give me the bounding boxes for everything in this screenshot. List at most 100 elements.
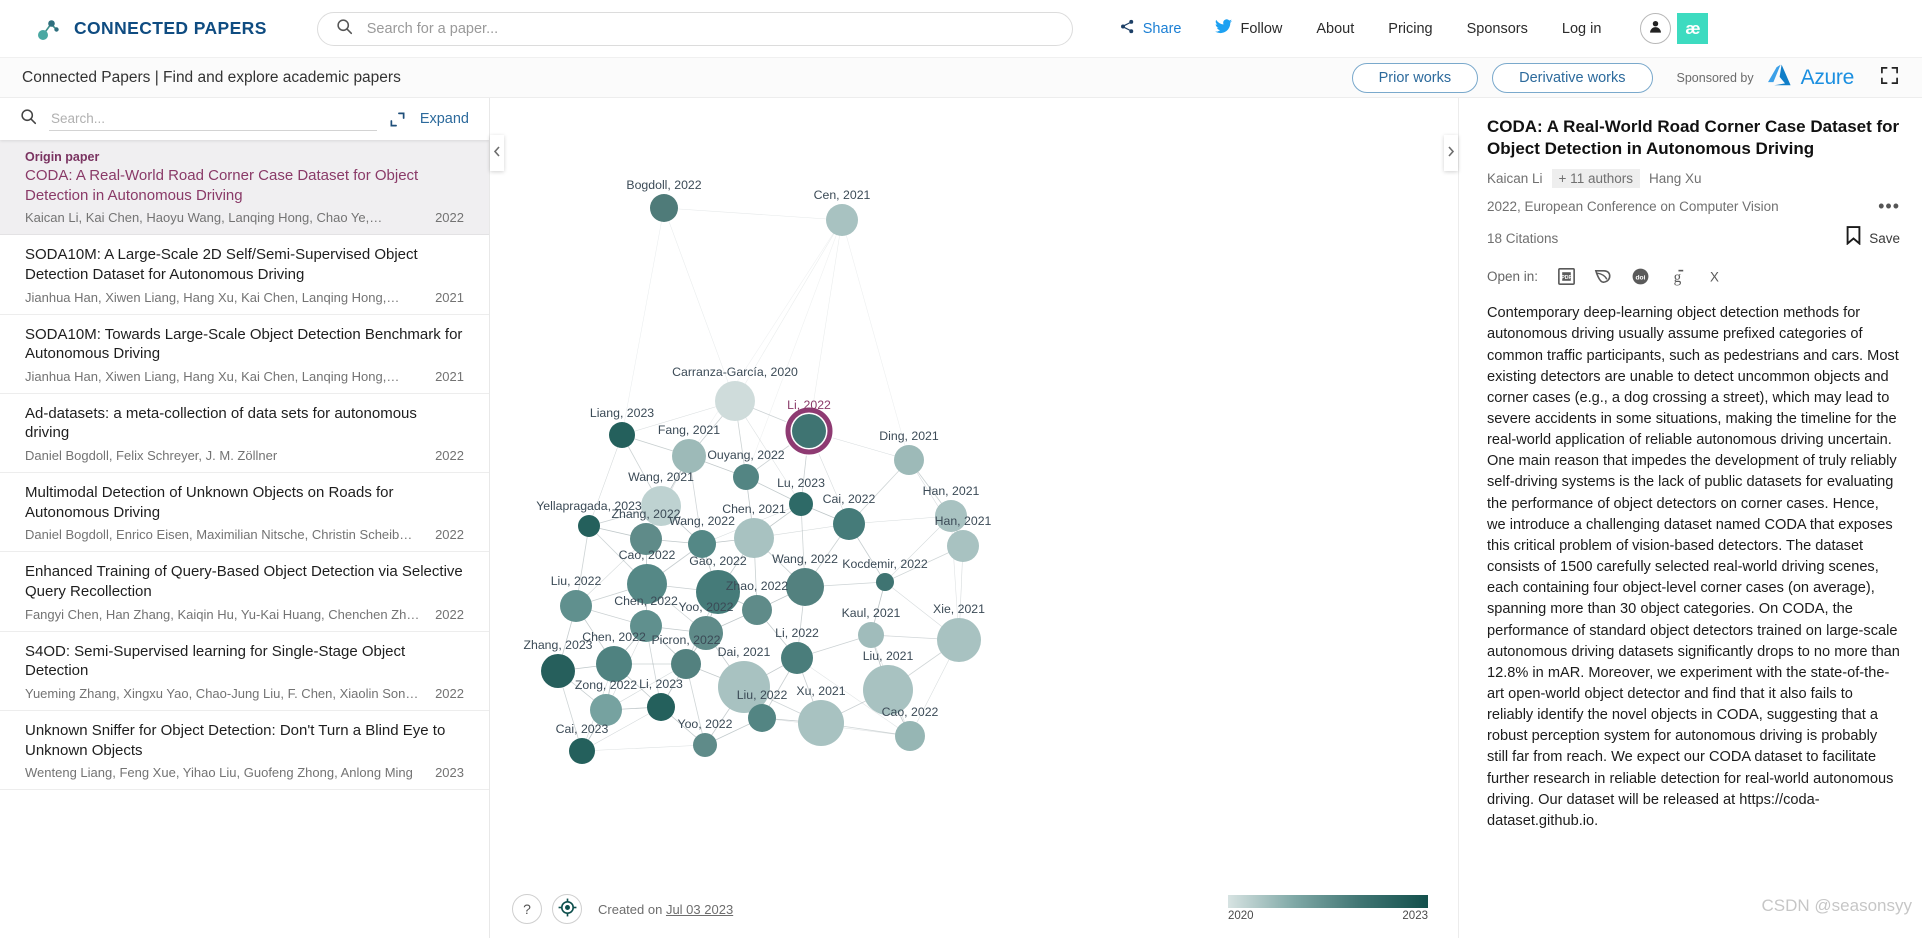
graph-node[interactable] [894, 445, 924, 475]
graph-node[interactable] [786, 568, 824, 606]
nav-follow[interactable]: Follow [1198, 19, 1299, 38]
graph-node[interactable] [641, 486, 681, 526]
list-item[interactable]: Multimodal Detection of Unknown Objects … [0, 473, 489, 553]
graph-node[interactable] [693, 733, 717, 757]
svg-text:doi: doi [1636, 275, 1646, 282]
brand-logo-link[interactable]: CONNECTED PAPERS [36, 16, 267, 42]
detail-first-author[interactable]: Kaican Li [1487, 171, 1543, 186]
user-account-button[interactable] [1640, 13, 1672, 44]
detail-last-author[interactable]: Hang Xu [1649, 171, 1702, 186]
detail-venue-row: 2022, European Conference on Computer Vi… [1487, 197, 1900, 215]
graph-node[interactable] [748, 704, 776, 732]
graph-node[interactable] [560, 590, 592, 622]
list-item[interactable]: Unknown Sniffer for Object Detection: Do… [0, 711, 489, 791]
graph-edge [621, 207, 665, 436]
detail-more-authors-chip[interactable]: + 11 authors [1551, 169, 1640, 189]
paper-meta: Jianhua Han, Xiwen Liang, Hang Xu, Kai C… [25, 369, 464, 384]
nav-share[interactable]: Share [1103, 19, 1199, 38]
bookmark-icon [1846, 226, 1861, 250]
list-item[interactable]: Ad-datasets: a meta-collection of data s… [0, 394, 489, 474]
collapse-detail-button[interactable] [1444, 135, 1458, 171]
graph-node[interactable] [792, 414, 826, 448]
paper-meta: Kaican Li, Kai Chen, Haoyu Wang, Lanqing… [25, 210, 464, 225]
detail-authors-row: Kaican Li + 11 authors Hang Xu [1487, 169, 1900, 189]
sponsored-by-label: Sponsored by [1676, 70, 1754, 85]
graph-network-svg[interactable] [490, 98, 1458, 938]
graph-node[interactable] [590, 694, 622, 726]
more-options-icon[interactable]: ••• [1878, 197, 1900, 215]
graph-node[interactable] [541, 654, 575, 688]
graph-node[interactable] [858, 622, 884, 648]
x-icon[interactable]: X [1704, 266, 1725, 287]
graph-node[interactable] [798, 700, 844, 746]
graph-node[interactable] [826, 204, 858, 236]
fullscreen-button[interactable] [1876, 65, 1902, 91]
recenter-button[interactable] [552, 894, 582, 924]
collapse-sidebar-button[interactable] [490, 135, 504, 171]
list-item[interactable]: S4OD: Semi-Supervised learning for Singl… [0, 632, 489, 711]
graph-node[interactable] [696, 570, 740, 614]
graph-node[interactable] [630, 523, 662, 555]
graph-node[interactable] [596, 646, 632, 682]
graph-node[interactable] [609, 422, 635, 448]
paper-meta: Wenteng Liang, Feng Xue, Yihao Liu, Guof… [25, 765, 464, 780]
graph-node[interactable] [742, 595, 772, 625]
list-item[interactable]: Enhanced Training of Query-Based Object … [0, 552, 489, 632]
prior-works-button[interactable]: Prior works [1351, 62, 1479, 93]
graph-node[interactable] [876, 573, 894, 591]
ae-extension-badge[interactable]: æ [1677, 13, 1709, 44]
graph-node[interactable] [569, 738, 595, 764]
save-button[interactable]: Save [1846, 226, 1900, 250]
chevron-left-icon [493, 144, 501, 162]
expand-icon[interactable] [389, 111, 406, 128]
pdf-icon[interactable]: PDF [1556, 266, 1577, 287]
list-item[interactable]: Origin paper CODA: A Real-World Road Cor… [0, 140, 489, 236]
graph-node[interactable] [947, 530, 979, 562]
paper-authors: Yueming Zhang, Xingxu Yao, Chao-Jung Liu… [25, 685, 419, 701]
graph-node[interactable] [671, 649, 701, 679]
paper-title: S4OD: Semi-Supervised learning for Singl… [25, 642, 406, 680]
nav-about[interactable]: About [1299, 21, 1371, 37]
derivative-works-button[interactable]: Derivative works [1492, 62, 1653, 93]
paper-list[interactable]: Origin paper CODA: A Real-World Road Cor… [0, 140, 489, 938]
graph-node[interactable] [734, 518, 774, 558]
doi-icon[interactable]: doi [1630, 266, 1651, 287]
list-item[interactable]: SODA10M: A Large-Scale 2D Self/Semi-Supe… [0, 235, 489, 315]
share-icon [1120, 19, 1135, 38]
twitter-icon [1215, 19, 1233, 38]
graph-node[interactable] [937, 618, 981, 662]
graph-node[interactable] [630, 610, 662, 642]
graph-node[interactable] [627, 564, 667, 604]
graph-node[interactable] [789, 492, 813, 516]
sidebar-search-row: Expand [0, 98, 489, 140]
list-item[interactable]: SODA10M: Towards Large-Scale Object Dete… [0, 315, 489, 394]
graph-node[interactable] [895, 721, 925, 751]
graph-node[interactable] [688, 530, 716, 558]
created-date[interactable]: Jul 03 2023 [666, 902, 733, 917]
graph-node[interactable] [863, 665, 913, 715]
graph-edge [663, 207, 843, 221]
graph-node[interactable] [650, 194, 678, 222]
expand-button[interactable]: Expand [420, 111, 469, 127]
graph-node[interactable] [733, 464, 759, 490]
graph-node[interactable] [647, 693, 675, 721]
graph-node[interactable] [833, 508, 865, 540]
semantic-scholar-icon[interactable] [1593, 266, 1614, 287]
watermark-text: CSDN @seasonsyy [1761, 896, 1912, 915]
graph-node[interactable] [689, 616, 723, 650]
nav-login[interactable]: Log in [1545, 21, 1619, 37]
graph-node[interactable] [781, 642, 813, 674]
graph-node[interactable] [715, 381, 755, 421]
nav-pricing[interactable]: Pricing [1371, 21, 1449, 37]
help-button[interactable]: ? [512, 894, 542, 924]
nav-sponsors[interactable]: Sponsors [1450, 21, 1545, 37]
sidebar-search-input[interactable] [49, 107, 377, 131]
graph-node[interactable] [578, 515, 600, 537]
paper-graph-canvas[interactable]: Bogdoll, 2022 Cen, 2021 Carranza-García, 2… [490, 98, 1458, 938]
global-search-input[interactable]: Search for a paper... [316, 11, 1073, 46]
svg-text:PDF: PDF [1561, 275, 1571, 281]
google-scholar-icon[interactable]: g [1667, 266, 1688, 287]
graph-node[interactable] [935, 500, 967, 532]
graph-node[interactable] [672, 439, 706, 473]
azure-sponsor-link[interactable]: Azure [1767, 63, 1854, 92]
